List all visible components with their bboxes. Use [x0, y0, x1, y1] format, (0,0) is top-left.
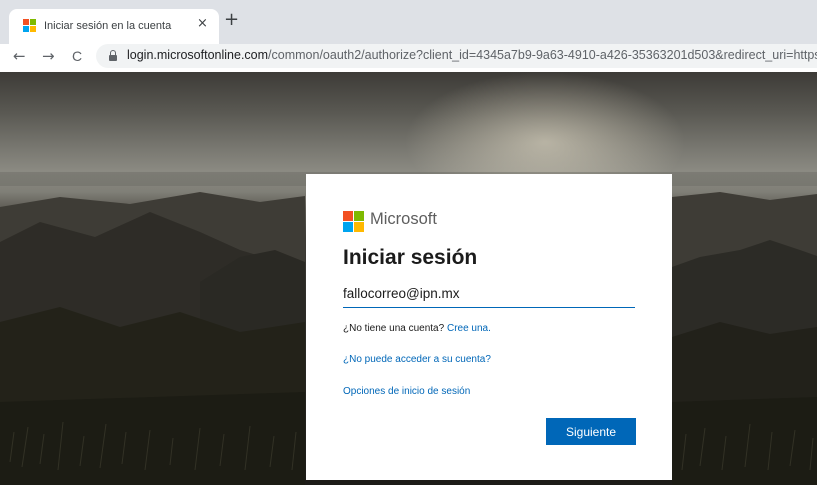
- no-account-text: ¿No tiene una cuenta?: [343, 323, 445, 334]
- email-input[interactable]: [343, 280, 635, 308]
- url-domain: login.microsoftonline.com: [127, 48, 269, 62]
- signin-options-line: Opciones de inicio de sesión: [343, 386, 470, 397]
- signin-card: Microsoft Iniciar sesión ¿No tiene una c…: [306, 174, 672, 480]
- browser-toolbar: ← → C login.microsoftonline.com/common/o…: [0, 44, 817, 72]
- microsoft-favicon-icon: [23, 19, 37, 33]
- reload-icon[interactable]: C: [72, 48, 82, 64]
- signin-options-link[interactable]: Opciones de inicio de sesión: [343, 386, 470, 397]
- close-tab-icon[interactable]: ×: [197, 16, 208, 31]
- signin-title: Iniciar sesión: [343, 246, 478, 269]
- cant-access-line: ¿No puede acceder a su cuenta?: [343, 354, 491, 365]
- microsoft-logo-icon: [343, 211, 364, 232]
- forward-arrow-icon[interactable]: →: [42, 47, 55, 65]
- address-bar[interactable]: login.microsoftonline.com/common/oauth2/…: [96, 44, 817, 68]
- url-path: /common/oauth2/authorize?client_id=4345a…: [268, 48, 817, 62]
- browser-tab-strip: Iniciar sesión en la cuenta × +: [0, 0, 817, 44]
- back-arrow-icon[interactable]: ←: [13, 47, 26, 65]
- lock-icon[interactable]: [109, 50, 117, 61]
- tab-title: Iniciar sesión en la cuenta: [44, 20, 172, 32]
- page-background: Microsoft Iniciar sesión ¿No tiene una c…: [0, 72, 817, 485]
- create-account-link[interactable]: Cree una.: [447, 323, 491, 334]
- microsoft-brand-name: Microsoft: [370, 210, 437, 228]
- new-tab-icon[interactable]: +: [224, 9, 239, 30]
- next-button[interactable]: Siguiente: [546, 418, 636, 445]
- address-url[interactable]: login.microsoftonline.com/common/oauth2/…: [127, 48, 817, 62]
- no-account-line: ¿No tiene una cuenta? Cree una.: [343, 323, 491, 334]
- browser-tab[interactable]: Iniciar sesión en la cuenta ×: [9, 9, 219, 44]
- cant-access-account-link[interactable]: ¿No puede acceder a su cuenta?: [343, 354, 491, 365]
